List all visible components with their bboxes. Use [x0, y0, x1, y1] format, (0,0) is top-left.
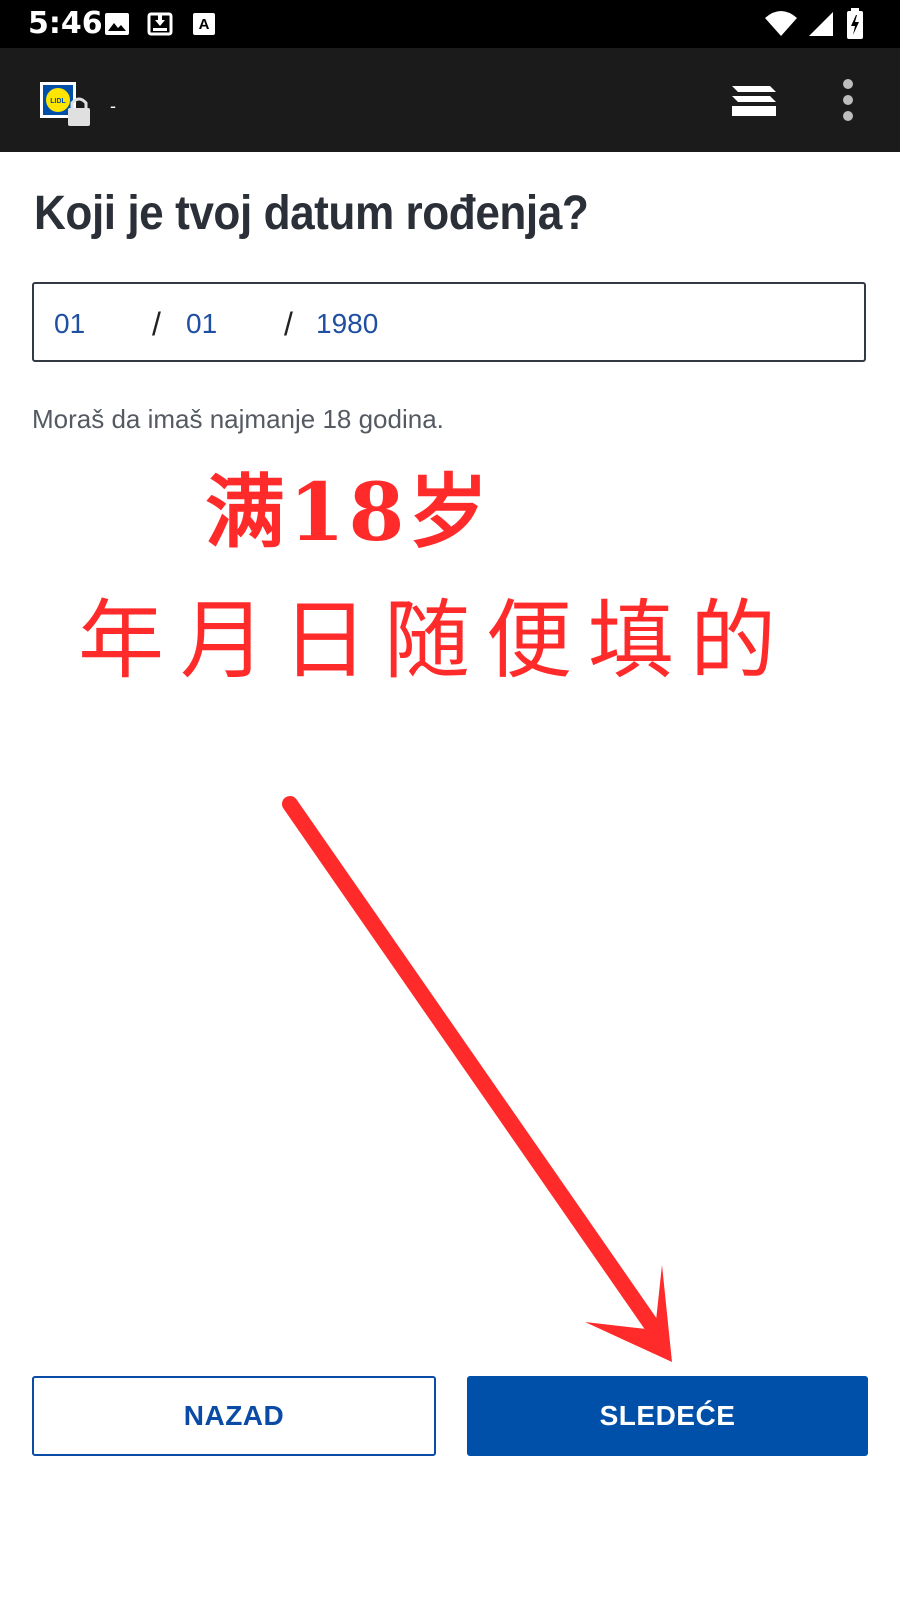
svg-text:A: A — [199, 16, 210, 33]
wifi-icon — [765, 11, 797, 36]
more-vert-icon[interactable] — [840, 78, 856, 122]
battery-charging-icon — [847, 8, 863, 39]
month-input[interactable]: 01 — [186, 308, 217, 340]
birthdate-field[interactable]: 01 / 01 / 1980 — [32, 282, 866, 362]
browser-toolbar: LIDL - — [0, 48, 900, 152]
day-input[interactable]: 01 — [54, 308, 85, 340]
image-icon — [105, 13, 129, 35]
lidl-logo-lock-icon[interactable]: LIDL — [38, 80, 98, 132]
annotation-age-note: 满18岁 — [205, 465, 493, 559]
next-button[interactable]: SLEDEĆE — [467, 1376, 868, 1456]
year-input[interactable]: 1980 — [316, 308, 378, 340]
date-separator: / — [152, 306, 161, 342]
annotation-date-note: 年月日随便填的 — [78, 591, 792, 691]
tabs-icon[interactable] — [730, 80, 780, 120]
page-title: Koji je tvoj datum rođenja? — [34, 187, 589, 240]
signal-icon — [809, 12, 833, 36]
download-icon — [147, 12, 173, 36]
status-time: 5:46 — [28, 6, 103, 41]
age-hint: Moraš da imaš najmanje 18 godina. — [32, 404, 444, 434]
back-button[interactable]: NAZAD — [32, 1376, 436, 1456]
status-bar: 5:46 A — [0, 0, 900, 48]
accessibility-a-icon: A — [193, 13, 215, 35]
svg-text:LIDL: LIDL — [50, 98, 66, 105]
date-separator: / — [284, 306, 293, 342]
url-text[interactable]: - — [110, 96, 116, 117]
